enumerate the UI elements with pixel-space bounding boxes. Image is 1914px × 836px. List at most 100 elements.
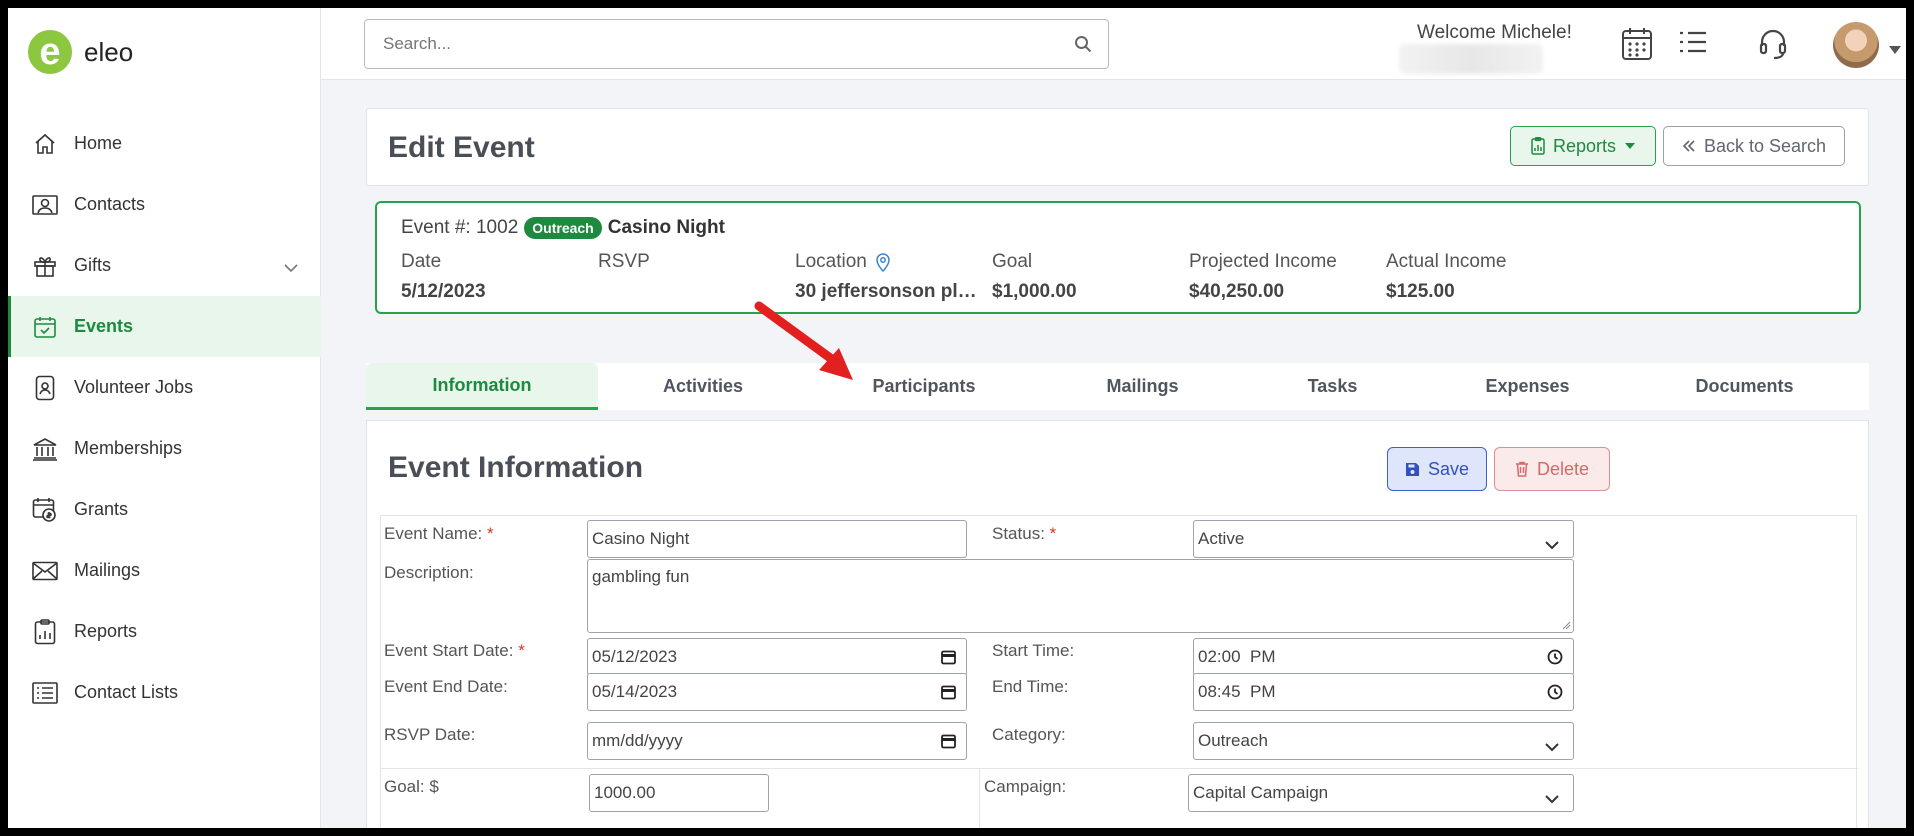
start-date-label: Event Start Date: * [384,641,525,661]
status-select[interactable]: Active [1193,520,1574,558]
event-name-label: Event Name: * [384,524,494,544]
category-select[interactable]: Outreach [1193,722,1574,760]
tab-tasks[interactable]: Tasks [1245,363,1420,410]
start-time-value: 02:00 PM [1198,647,1276,666]
chevron-down-icon [1545,737,1559,757]
sidebar-item-contact-lists[interactable]: Contact Lists [8,662,321,723]
description-label: Description: [384,563,474,582]
event-projected-income: Projected Income $40,250.00 [1189,251,1337,303]
save-button[interactable]: Save [1387,447,1487,491]
tab-mailings[interactable]: Mailings [1040,363,1245,410]
sidebar-item-mailings[interactable]: Mailings [8,540,321,601]
start-date-input[interactable]: 05/12/2023 [587,638,967,676]
status-value: Active [1198,529,1245,548]
resize-handle-icon[interactable] [1562,621,1571,630]
bank-icon [30,435,60,463]
sidebar-item-volunteer-jobs[interactable]: Volunteer Jobs [8,357,321,418]
sidebar-nav: Home Contacts Gifts Events Volunteer Job… [8,113,321,723]
sidebar-item-grants[interactable]: Grants [8,479,321,540]
required-mark: * [1049,524,1057,543]
description-textarea[interactable]: gambling fun [587,559,1574,633]
sidebar-item-label: Gifts [74,255,112,275]
search-input[interactable] [365,20,1058,68]
column-divider [979,768,980,828]
status-label-text: Status: [992,524,1045,543]
chevron-down-icon [1545,535,1559,555]
reports-dropdown-button[interactable]: Reports [1510,126,1656,166]
chevron-down-icon[interactable] [283,257,299,278]
end-time-input[interactable]: 08:45 PM [1193,673,1574,711]
event-date: Date 5/12/2023 [401,251,486,303]
sidebar-item-gifts[interactable]: Gifts [8,235,321,296]
rsvp-date-input[interactable]: mm/dd/yyyy [587,722,967,760]
category-value: Outreach [1198,731,1268,750]
sidebar-item-events[interactable]: Events [8,296,321,357]
event-name-value: Casino Night [592,529,690,548]
calendar-grid-icon[interactable] [1621,27,1653,66]
app-frame: e eleo Home Contacts Gifts Events Volunt… [8,8,1906,828]
start-time-input[interactable]: 02:00 PM [1193,638,1574,676]
sidebar-item-label: Home [74,133,123,153]
campaign-select[interactable]: Capital Campaign [1188,774,1574,812]
home-icon [30,130,60,158]
sidebar-item-memberships[interactable]: Memberships [8,418,321,479]
goal-input[interactable]: 1000.00 [589,774,769,812]
caret-down-icon [1625,143,1636,149]
welcome-text: Welcome Michele! [1417,22,1572,43]
end-date-input[interactable]: 05/14/2023 [587,673,967,711]
sidebar-item-label: Contacts [74,194,146,214]
floppy-disk-icon [1405,462,1420,477]
event-number: Event #: 1002 [401,217,519,238]
sidebar-item-reports[interactable]: Reports [8,601,321,662]
event-title-line: Event #: 1002 Outreach Casino Night [401,217,725,239]
task-list-icon[interactable] [1678,30,1708,59]
reports-label: Reports [1552,135,1617,156]
search-icon[interactable] [1058,35,1108,53]
tab-documents[interactable]: Documents [1635,363,1854,410]
caret-down-icon[interactable] [1889,41,1901,59]
grants-icon [30,496,60,524]
logo-text: eleo [84,36,134,67]
start-date-label-text: Event Start Date: [384,641,514,660]
logo[interactable]: e eleo [28,30,133,74]
event-actual-value: $125.00 [1386,281,1455,302]
row-divider [381,768,1858,769]
calendar-icon[interactable] [941,649,956,670]
event-information-panel: Event Information Save Delete Event Name… [366,420,1869,828]
calendar-icon[interactable] [941,684,956,705]
event-goal-value: $1,000.00 [992,281,1077,302]
calendar-icon[interactable] [941,733,956,754]
sidebar-item-label: Volunteer Jobs [74,377,194,397]
map-pin-icon[interactable] [875,252,891,272]
event-location-label: Location [795,251,980,273]
logo-mark: e [28,30,72,74]
headset-icon[interactable] [1759,28,1787,65]
event-summary-card: Event #: 1002 Outreach Casino Night Date… [375,201,1861,314]
clock-icon[interactable] [1547,649,1563,670]
sidebar-item-label: Grants [74,499,129,519]
chevron-down-icon [1545,789,1559,809]
event-actual-label: Actual Income [1386,251,1507,272]
sidebar-item-label: Events [74,316,134,336]
delete-label: Delete [1536,458,1590,479]
back-to-search-button[interactable]: Back to Search [1663,126,1845,166]
event-tabs: Information Activities Participants Mail… [366,363,1869,410]
sidebar-item-contacts[interactable]: Contacts [8,174,321,235]
required-mark: * [487,524,494,543]
sidebar-item-home[interactable]: Home [8,113,321,174]
tab-information[interactable]: Information [366,363,598,410]
delete-button[interactable]: Delete [1494,447,1610,491]
event-name-field[interactable]: Casino Night [587,520,967,558]
event-rsvp: RSVP [598,251,650,281]
tab-expenses[interactable]: Expenses [1420,363,1635,410]
event-location: Location 30 jeffersonson plaz... [795,251,980,303]
contacts-icon [30,191,60,219]
avatar[interactable] [1833,22,1879,68]
goal-label: Goal: $ [384,777,439,796]
sidebar-item-label: Memberships [74,438,183,458]
end-time-value: 08:45 PM [1198,682,1276,701]
clock-icon[interactable] [1547,684,1563,705]
event-name: Casino Night [607,217,725,238]
page-title: Edit Event [388,131,535,164]
double-chevron-left-icon [1682,139,1696,153]
